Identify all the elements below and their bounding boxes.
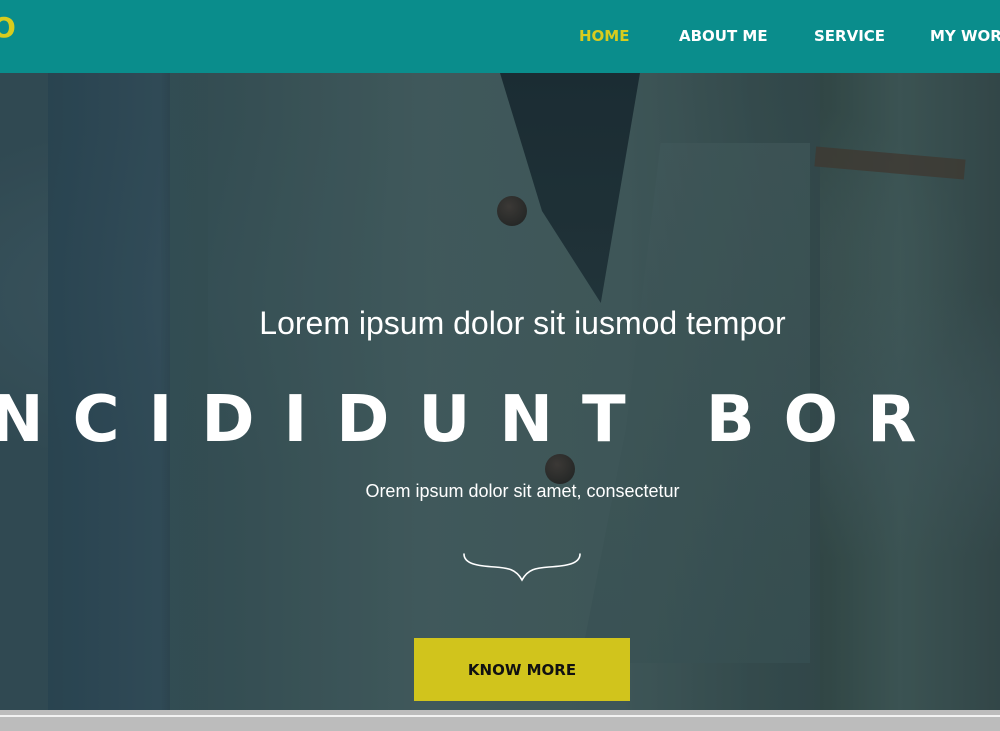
- nav-link-about-me[interactable]: ABOUT ME: [679, 24, 768, 48]
- hero-title: Lorem ipsum dolor sit iusmod tempor: [259, 305, 786, 341]
- main-navigation: HOME ABOUT ME SERVICE MY WORK: [0, 24, 1000, 48]
- landing-page: O HOME ABOUT ME SERVICE MY WORK Lorem ip…: [0, 0, 1000, 731]
- know-more-button[interactable]: KNOW MORE: [414, 638, 630, 701]
- hero-section: Lorem ipsum dolor sit iusmod tempor NCID…: [0, 73, 1000, 710]
- top-navbar: O HOME ABOUT ME SERVICE MY WORK: [0, 0, 1000, 73]
- nav-link-service[interactable]: SERVICE: [814, 24, 885, 48]
- bottom-divider: [0, 715, 1000, 717]
- nav-link-home[interactable]: HOME: [579, 24, 629, 48]
- hero-subtitle: Orem ipsum dolor sit amet, consectetur: [365, 481, 680, 501]
- nav-link-my-work[interactable]: MY WORK: [930, 24, 1000, 48]
- hero-headline: NCIDIDUNT BOR: [0, 383, 946, 457]
- curly-brace-icon: [463, 553, 581, 582]
- bottom-scroll-bar[interactable]: [0, 710, 1000, 731]
